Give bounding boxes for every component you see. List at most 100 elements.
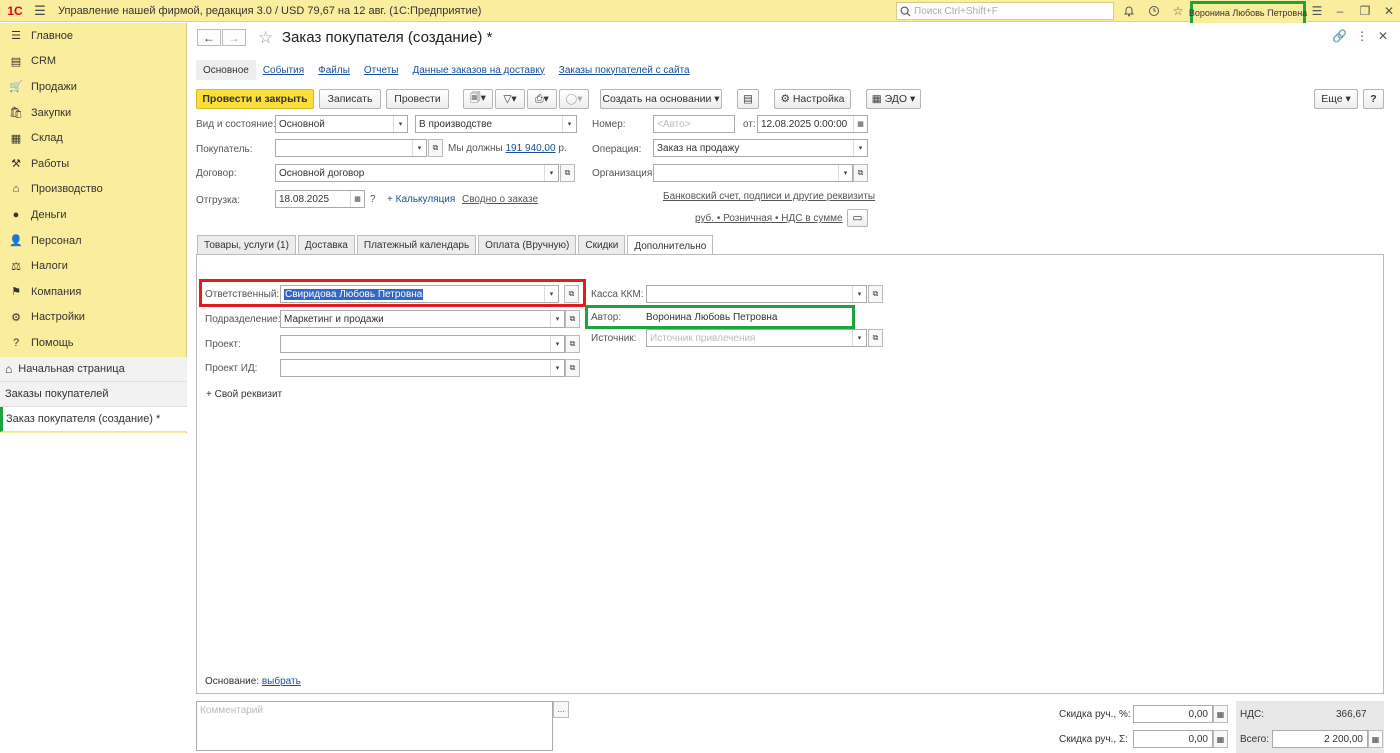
calculation-link[interactable]: + Калькуляция <box>387 194 455 205</box>
post-button[interactable]: Провести <box>386 89 449 109</box>
global-search-input[interactable]: Поиск Ctrl+Shift+F <box>896 2 1114 20</box>
chevron-down-icon[interactable]: ▾ <box>852 330 866 346</box>
chevron-down-icon[interactable]: ▾ <box>550 336 564 352</box>
operation-select[interactable]: Заказ на продажу ▾ <box>653 139 868 157</box>
chevron-down-icon[interactable]: ▾ <box>412 140 426 156</box>
sidebar-item-production[interactable]: ⌂ Производство <box>0 177 186 203</box>
source-field[interactable]: Источник привлечения ▾ <box>646 329 867 347</box>
price-kind-link[interactable]: руб. • Розничная • НДС в сумме <box>695 213 843 224</box>
sidebar-item-taxes[interactable]: ⚖ Налоги <box>0 253 186 279</box>
number-field[interactable]: <Авто> <box>653 115 735 133</box>
favorites-icon[interactable]: ☆ <box>1170 3 1186 19</box>
open-contract-icon[interactable]: ⧉ <box>560 164 575 182</box>
tab-delivery-data[interactable]: Данные заказов на доставку <box>405 60 551 80</box>
status-dropdown-icon[interactable]: ◯▾ <box>559 89 589 109</box>
project-field[interactable]: ▾ <box>280 335 565 353</box>
chevron-down-icon[interactable]: ▾ <box>853 140 867 156</box>
sidebar-item-crm[interactable]: ▤ CRM <box>0 49 186 75</box>
tab-goods[interactable]: Товары, услуги (1) <box>197 235 296 255</box>
notifications-icon[interactable] <box>1121 3 1137 19</box>
open-project-id-icon[interactable]: ⧉ <box>565 359 580 377</box>
more-vert-icon[interactable]: ⋮ <box>1356 29 1368 43</box>
sidebar-item-settings[interactable]: ⚙ Настройки <box>0 305 186 331</box>
calendar-icon[interactable]: ▦ <box>350 191 364 207</box>
tab-additional[interactable]: Дополнительно <box>627 235 714 256</box>
open-window-item[interactable]: Заказы покупателей <box>0 382 187 407</box>
structure-icon[interactable]: ▤ <box>737 89 759 109</box>
comment-expand-icon[interactable]: … <box>553 701 569 718</box>
kind-select[interactable]: Основной ▾ <box>275 115 408 133</box>
save-button[interactable]: Записать <box>319 89 381 109</box>
back-button[interactable]: ← <box>197 29 221 46</box>
buyer-field[interactable]: ▾ <box>275 139 427 157</box>
open-department-icon[interactable]: ⧉ <box>565 310 580 328</box>
close-icon[interactable]: ✕ <box>1381 3 1397 19</box>
discount-pct-calc-icon[interactable]: ▦ <box>1213 705 1228 723</box>
open-cash-kkm-icon[interactable]: ⧉ <box>868 285 883 303</box>
chevron-down-icon[interactable]: ▾ <box>550 311 564 327</box>
tab-site-orders[interactable]: Заказы покупателей с сайта <box>552 60 697 80</box>
sidebar-item-money[interactable]: ● Деньги <box>0 202 186 228</box>
state-select[interactable]: В производстве ▾ <box>415 115 577 133</box>
chevron-down-icon[interactable]: ▾ <box>544 165 558 181</box>
open-window-item[interactable]: ⌂ Начальная страница <box>0 357 187 382</box>
documents-dropdown-icon[interactable]: 🗐▾ <box>463 89 493 109</box>
chevron-down-icon[interactable]: ▾ <box>838 165 852 181</box>
link-icon[interactable]: 🔗 <box>1332 29 1347 43</box>
main-menu-icon[interactable]: ☰ <box>30 3 50 19</box>
help-button[interactable]: ? <box>1363 89 1384 109</box>
post-and-close-button[interactable]: Провести и закрыть <box>196 89 314 109</box>
payment-card-icon[interactable]: ▭ <box>847 209 868 227</box>
create-based-on-button[interactable]: Создать на основании ▾ <box>600 89 722 109</box>
tab-reports[interactable]: Отчеты <box>357 60 406 80</box>
edo-button[interactable]: ▦ ЭДО ▾ <box>866 89 921 109</box>
chevron-down-icon[interactable]: ▾ <box>393 116 407 132</box>
sidebar-item-works[interactable]: ⚒ Работы <box>0 151 186 177</box>
print-dropdown-icon[interactable]: ⎙▾ <box>527 89 557 109</box>
history-icon[interactable] <box>1146 3 1162 19</box>
project-id-field[interactable]: ▾ <box>280 359 565 377</box>
comment-field[interactable]: Комментарий <box>196 701 553 751</box>
sidebar-item-purchases[interactable]: 🛍 Закупки <box>0 100 186 126</box>
discount-sum-calc-icon[interactable]: ▦ <box>1213 730 1228 748</box>
sidebar-item-company[interactable]: ⚑ Компания <box>0 279 186 305</box>
settings-button[interactable]: ⚙ Настройка <box>774 89 851 109</box>
sidebar-item-sales[interactable]: 🛒 Продажи <box>0 74 186 100</box>
tab-payment-calendar[interactable]: Платежный календарь <box>356 235 477 255</box>
open-project-icon[interactable]: ⧉ <box>565 335 580 353</box>
basis-select-link[interactable]: выбрать <box>262 676 301 687</box>
we-owe-amount-link[interactable]: 191 940,00 <box>506 143 556 154</box>
minimize-icon[interactable]: – <box>1332 3 1348 19</box>
tab-events[interactable]: События <box>256 60 311 80</box>
bank-details-link[interactable]: Банковский счет, подписи и другие реквиз… <box>663 191 875 202</box>
open-buyer-icon[interactable]: ⧉ <box>428 139 443 157</box>
sidebar-item-warehouse[interactable]: ▦ Склад <box>0 125 186 151</box>
total-calc-icon[interactable]: ▦ <box>1368 730 1383 748</box>
cash-kkm-field[interactable]: ▾ <box>646 285 867 303</box>
shipment-help-link[interactable]: ? <box>370 194 376 205</box>
close-form-icon[interactable]: ✕ <box>1378 29 1388 43</box>
forward-button[interactable]: → <box>222 29 246 46</box>
tab-main[interactable]: Основное <box>196 60 256 80</box>
open-organization-icon[interactable]: ⧉ <box>853 164 868 182</box>
contract-field[interactable]: Основной договор ▾ <box>275 164 559 182</box>
date-field[interactable]: 12.08.2025 0:00:00 ▦ <box>757 115 868 133</box>
shipment-date-field[interactable]: 18.08.2025 ▦ <box>275 190 365 208</box>
discount-pct-field[interactable]: 0,00 <box>1133 705 1213 723</box>
restore-icon[interactable]: ❐ <box>1357 3 1373 19</box>
discount-sum-field[interactable]: 0,00 <box>1133 730 1213 748</box>
department-field[interactable]: Маркетинг и продажи ▾ <box>280 310 565 328</box>
organization-field[interactable]: ▾ <box>653 164 853 182</box>
sidebar-item-help[interactable]: ? Помощь <box>0 330 186 356</box>
tab-payment-manual[interactable]: Оплата (Вручную) <box>478 235 577 255</box>
chevron-down-icon[interactable]: ▾ <box>562 116 576 132</box>
own-attribute-link[interactable]: + Свой реквизит <box>206 389 282 400</box>
open-window-item[interactable]: Заказ покупателя (создание) * <box>0 407 187 432</box>
order-summary-link[interactable]: Сводно о заказе <box>462 194 538 205</box>
sidebar-item-main[interactable]: ☰ Главное <box>0 23 186 49</box>
more-button[interactable]: Еще ▾ <box>1314 89 1358 109</box>
sidebar-item-staff[interactable]: 👤 Персонал <box>0 228 186 254</box>
tab-discounts[interactable]: Скидки <box>578 235 626 255</box>
functions-menu-icon[interactable]: ☰ <box>1309 3 1325 19</box>
tab-files[interactable]: Файлы <box>311 60 357 80</box>
